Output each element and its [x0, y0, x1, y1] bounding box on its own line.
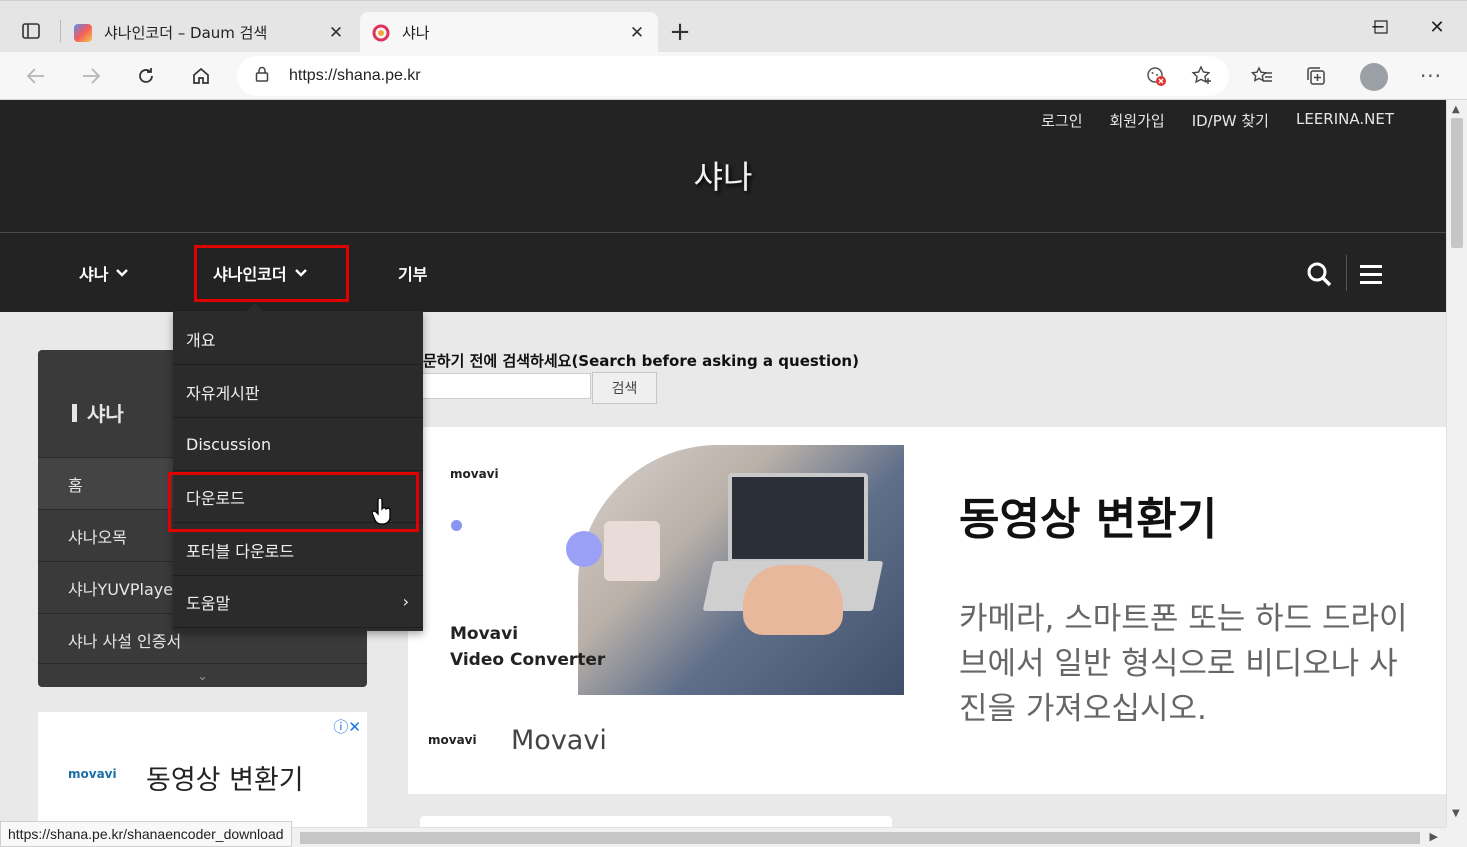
tab-actions-icon[interactable] [14, 17, 48, 45]
login-link[interactable]: 로그인 [1041, 110, 1082, 131]
nav-dropdown-menu: 개요 자유게시판 Discussion 다운로드 포터블 다운로드 도움말 › [173, 303, 423, 631]
new-tab-button[interactable]: + [666, 17, 694, 47]
sidebar-title: 샤나 [72, 398, 124, 427]
nav-label: 샤나 [79, 265, 109, 284]
dropdown-item-overview[interactable]: 개요 [173, 313, 423, 365]
close-window-button[interactable]: ✕ [1422, 15, 1452, 39]
ad-advertiser-name: Movavi [511, 725, 607, 756]
nav-item-donate[interactable]: 기부 [398, 261, 427, 285]
dropdown-item-discussion[interactable]: Discussion [173, 419, 423, 471]
scroll-down-icon[interactable]: ▼ [1452, 808, 1460, 819]
laptop-shape [728, 473, 868, 563]
ad-banner[interactable]: movavi Movavi Video Converter movavi Mov… [408, 427, 1446, 794]
tab-separator [60, 20, 61, 42]
main-nav: 샤나 샤나인코더 기부 [0, 232, 1446, 312]
nav-divider [1346, 255, 1347, 291]
site-header: 로그인 회원가입 ID/PW 찾기 LEERINA.NET 샤나 [0, 100, 1446, 232]
scrollbar-thumb[interactable] [300, 832, 1420, 844]
collections-icon[interactable] [1300, 60, 1332, 92]
search-icon[interactable] [1304, 259, 1334, 289]
scrollbar-thumb[interactable] [1451, 118, 1463, 248]
movavi-logo: movavi [68, 767, 117, 781]
signup-link[interactable]: 회원가입 [1110, 110, 1165, 131]
favorites-icon[interactable] [1246, 60, 1278, 92]
title-bar [72, 403, 77, 422]
sidebar-title-text: 샤나 [87, 402, 124, 426]
decorative-dot [451, 520, 462, 531]
forward-button[interactable] [74, 60, 108, 92]
scrollbar-corner [1446, 827, 1467, 847]
tab-title: 샤나 [402, 24, 430, 42]
status-bar-url: https://shana.pe.kr/shanaencoder_downloa… [0, 821, 292, 847]
search-input[interactable] [409, 373, 591, 399]
home-button[interactable] [184, 60, 218, 92]
search-button[interactable]: 검색 [592, 372, 657, 404]
chevron-right-icon: › [402, 592, 409, 611]
search-label: 문하기 전에 검색하세요(Search before asking a ques… [423, 352, 859, 370]
web-page: 로그인 회원가입 ID/PW 찾기 LEERINA.NET 샤나 샤나 샤나인코… [0, 100, 1446, 847]
dropdown-item-board[interactable]: 자유게시판 [173, 366, 423, 418]
maximize-button[interactable] [1366, 15, 1396, 39]
product-line: Video Converter [450, 650, 606, 670]
add-favorite-icon[interactable] [1186, 60, 1218, 92]
ad-headline: 동영상 변환기 [959, 494, 1218, 545]
top-links: 로그인 회원가입 ID/PW 찾기 LEERINA.NET [1041, 110, 1394, 131]
tab-title: 샤나인코더 – Daum 검색 [104, 24, 268, 42]
tab-close-icon[interactable]: ✕ [626, 22, 648, 44]
lock-icon[interactable] [255, 66, 273, 86]
highlight-box [194, 245, 349, 302]
scroll-up-icon[interactable]: ▲ [1452, 104, 1460, 115]
vertical-scrollbar[interactable]: ▲ ▼ [1446, 100, 1467, 827]
nav-item-shana[interactable]: 샤나 [79, 261, 129, 285]
shana-favicon-icon [372, 24, 390, 42]
sidebar-more-icon[interactable]: ⌄ [38, 663, 367, 687]
hamburger-menu-icon[interactable] [1360, 265, 1382, 289]
side-ad-text: 동영상 변환기 [146, 765, 304, 796]
find-idpw-link[interactable]: ID/PW 찾기 [1192, 110, 1269, 131]
ad-product-name: Movavi Video Converter [450, 621, 605, 673]
back-button[interactable] [19, 60, 53, 92]
address-bar[interactable]: https://shana.pe.kr [237, 56, 1229, 96]
hand-cursor-icon [371, 497, 392, 526]
refresh-button[interactable] [129, 60, 163, 92]
tab-shana[interactable]: 샤나 ✕ [360, 12, 658, 53]
product-line: Movavi [450, 624, 519, 644]
movavi-logo: movavi [428, 733, 477, 747]
leerina-link[interactable]: LEERINA.NET [1296, 110, 1394, 131]
nav-label: 기부 [398, 265, 428, 284]
site-title[interactable]: 샤나 [0, 152, 1446, 198]
tab-close-icon[interactable]: ✕ [325, 22, 347, 44]
url-text[interactable]: https://shana.pe.kr [289, 67, 421, 85]
tab-daum-search[interactable]: 샤나인코더 – Daum 검색 ✕ [62, 12, 357, 53]
movavi-logo: movavi [450, 467, 499, 481]
ad-body: 카메라, 스마트폰 또는 하드 드라이브에서 일반 형식으로 비디오나 사진을 … [959, 601, 1408, 727]
mug-shape [604, 521, 660, 581]
decorative-dot [566, 531, 602, 567]
chevron-down-icon [116, 269, 129, 277]
daum-favicon-icon [74, 23, 92, 42]
ad-info-icon[interactable]: ⓘ✕ [333, 716, 361, 737]
hands-shape [743, 565, 843, 635]
scroll-right-icon[interactable]: ▶ [1430, 830, 1438, 843]
dropdown-caret [247, 303, 263, 311]
dropdown-item-help[interactable]: 도움말 › [173, 576, 423, 628]
profile-avatar[interactable] [1360, 63, 1388, 91]
browser-toolbar: https://shana.pe.kr ··· [0, 52, 1467, 100]
ad-photo [578, 445, 904, 695]
more-options-icon[interactable]: ··· [1415, 60, 1447, 92]
dropdown-item-label: 도움말 [186, 593, 231, 613]
browser-tab-bar: 샤나인코더 – Daum 검색 ✕ 샤나 ✕ + ─ ✕ [0, 0, 1467, 53]
tracking-prevention-icon[interactable] [1140, 60, 1172, 92]
